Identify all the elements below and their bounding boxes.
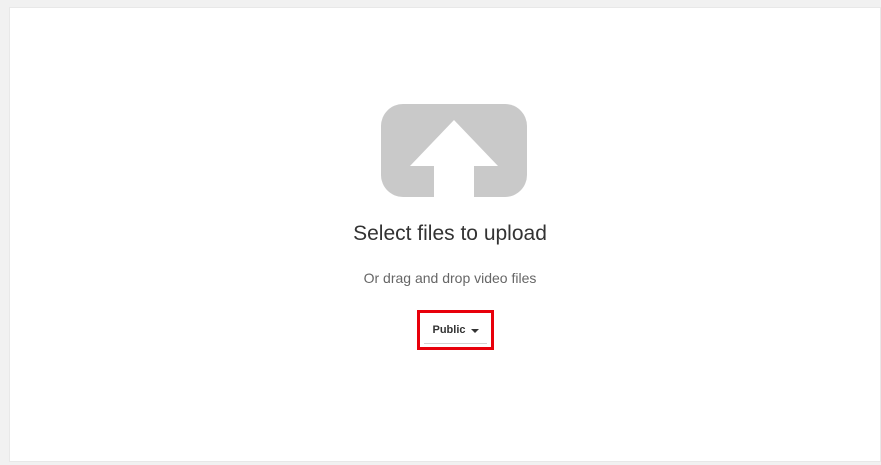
- privacy-dropdown[interactable]: Public: [424, 317, 487, 344]
- privacy-dropdown-label: Public: [432, 324, 466, 336]
- upload-arrow-icon[interactable]: [381, 104, 527, 197]
- upload-title: Select files to upload: [353, 222, 547, 245]
- caret-down-icon: [470, 328, 479, 333]
- upload-subtitle: Or drag and drop video files: [363, 270, 537, 286]
- privacy-dropdown-highlight: Public: [417, 310, 494, 350]
- upload-drop-zone[interactable]: Select files to upload Or drag and drop …: [9, 7, 881, 462]
